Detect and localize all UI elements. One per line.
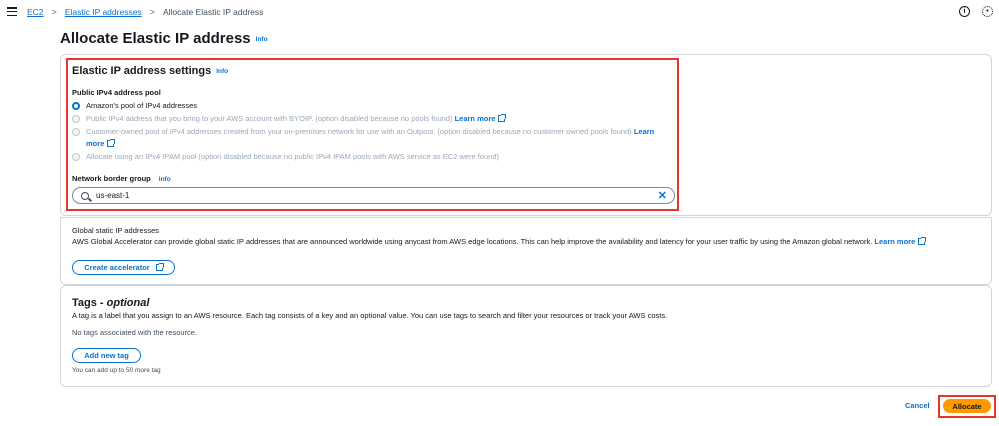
pool-option-ipam-label: Allocate using an IPv4 IPAM pool (option… xyxy=(86,152,499,161)
border-group-label-text: Network border group xyxy=(72,174,151,183)
border-group-label: Network border group Info xyxy=(72,174,171,183)
info-circle-icon[interactable]: i xyxy=(959,6,970,17)
top-bar: EC2 > Elastic IP addresses > Allocate El… xyxy=(0,0,999,24)
pool-option-customer-label: Customer-owned pool of IPv4 addresses cr… xyxy=(86,126,664,150)
pool-option-customer[interactable]: Customer-owned pool of IPv4 addresses cr… xyxy=(72,126,664,150)
add-new-tag-button[interactable]: Add new tag xyxy=(72,348,141,363)
tags-empty-text: No tags associated with the resource. xyxy=(72,328,198,337)
tags-description: A tag is a label that you assign to an A… xyxy=(72,311,668,320)
chevron-right-icon: > xyxy=(149,7,155,17)
accelerator-description: AWS Global Accelerator can provide globa… xyxy=(72,236,952,247)
radio-selected[interactable] xyxy=(72,102,80,110)
page-title-text: Allocate Elastic IP address xyxy=(60,30,251,47)
network-border-group-input[interactable] xyxy=(96,191,636,200)
accelerator-card xyxy=(60,217,992,285)
pool-option-customer-text: Customer-owned pool of IPv4 addresses cr… xyxy=(86,127,632,136)
tags-title: Tags - optional xyxy=(72,297,149,309)
pool-option-amazon-label: Amazon's pool of IPv4 addresses xyxy=(86,101,198,110)
external-link-icon xyxy=(918,237,927,245)
external-link-icon xyxy=(107,139,116,147)
allocate-button[interactable]: Allocate xyxy=(943,399,991,413)
chevron-right-icon: > xyxy=(51,7,57,17)
radio-disabled[interactable] xyxy=(72,128,80,136)
tags-title-separator: - xyxy=(96,297,107,309)
pool-option-byoip-text: Public IPv4 address that you bring to yo… xyxy=(86,114,453,123)
settings-title: Elastic IP address settings Info xyxy=(72,65,228,77)
accelerator-description-text: AWS Global Accelerator can provide globa… xyxy=(72,237,873,246)
pool-option-byoip-label: Public IPv4 address that you bring to yo… xyxy=(86,113,507,125)
settings-icon[interactable]: • xyxy=(982,6,993,17)
external-link-icon xyxy=(498,114,507,122)
pool-label: Public IPv4 address pool xyxy=(72,88,161,97)
border-group-info-link[interactable]: Info xyxy=(159,176,171,183)
pool-option-ipam[interactable]: Allocate using an IPv4 IPAM pool (option… xyxy=(72,151,672,163)
breadcrumb-current: Allocate Elastic IP address xyxy=(162,7,264,17)
settings-info-link[interactable]: Info xyxy=(216,68,228,75)
pool-option-amazon[interactable]: Amazon's pool of IPv4 addresses xyxy=(72,100,197,112)
breadcrumb-ec2[interactable]: EC2 xyxy=(27,7,44,17)
page-info-link[interactable]: Info xyxy=(256,36,268,43)
network-border-group-search[interactable]: ✕ xyxy=(72,187,675,204)
learn-more-byoip[interactable]: Learn more xyxy=(455,114,496,123)
external-link-icon xyxy=(155,263,164,271)
breadcrumb-elastic-ips[interactable]: Elastic IP addresses xyxy=(65,7,142,17)
settings-title-text: Elastic IP address settings xyxy=(72,65,212,77)
accelerator-title: Global static IP addresses xyxy=(72,226,159,235)
clear-icon[interactable]: ✕ xyxy=(658,190,667,202)
radio-disabled[interactable] xyxy=(72,153,80,161)
tags-card xyxy=(60,285,992,387)
top-icons: i • xyxy=(959,6,993,17)
pool-option-byoip[interactable]: Public IPv4 address that you bring to yo… xyxy=(72,113,672,125)
menu-icon[interactable] xyxy=(7,7,17,16)
breadcrumb: EC2 > Elastic IP addresses > Allocate El… xyxy=(27,7,263,17)
page-title: Allocate Elastic IP address Info xyxy=(60,30,268,47)
cancel-button[interactable]: Cancel xyxy=(905,401,930,410)
radio-disabled[interactable] xyxy=(72,115,80,123)
create-accelerator-button[interactable]: Create accelerator xyxy=(72,260,175,275)
accelerator-learn-more[interactable]: Learn more xyxy=(874,237,915,246)
create-accelerator-label: Create accelerator xyxy=(84,263,150,272)
search-icon xyxy=(81,191,89,200)
tags-limit-text: You can add up to 50 more tag xyxy=(72,367,161,374)
tags-title-optional: optional xyxy=(106,297,150,309)
tags-title-text: Tags xyxy=(72,297,97,309)
